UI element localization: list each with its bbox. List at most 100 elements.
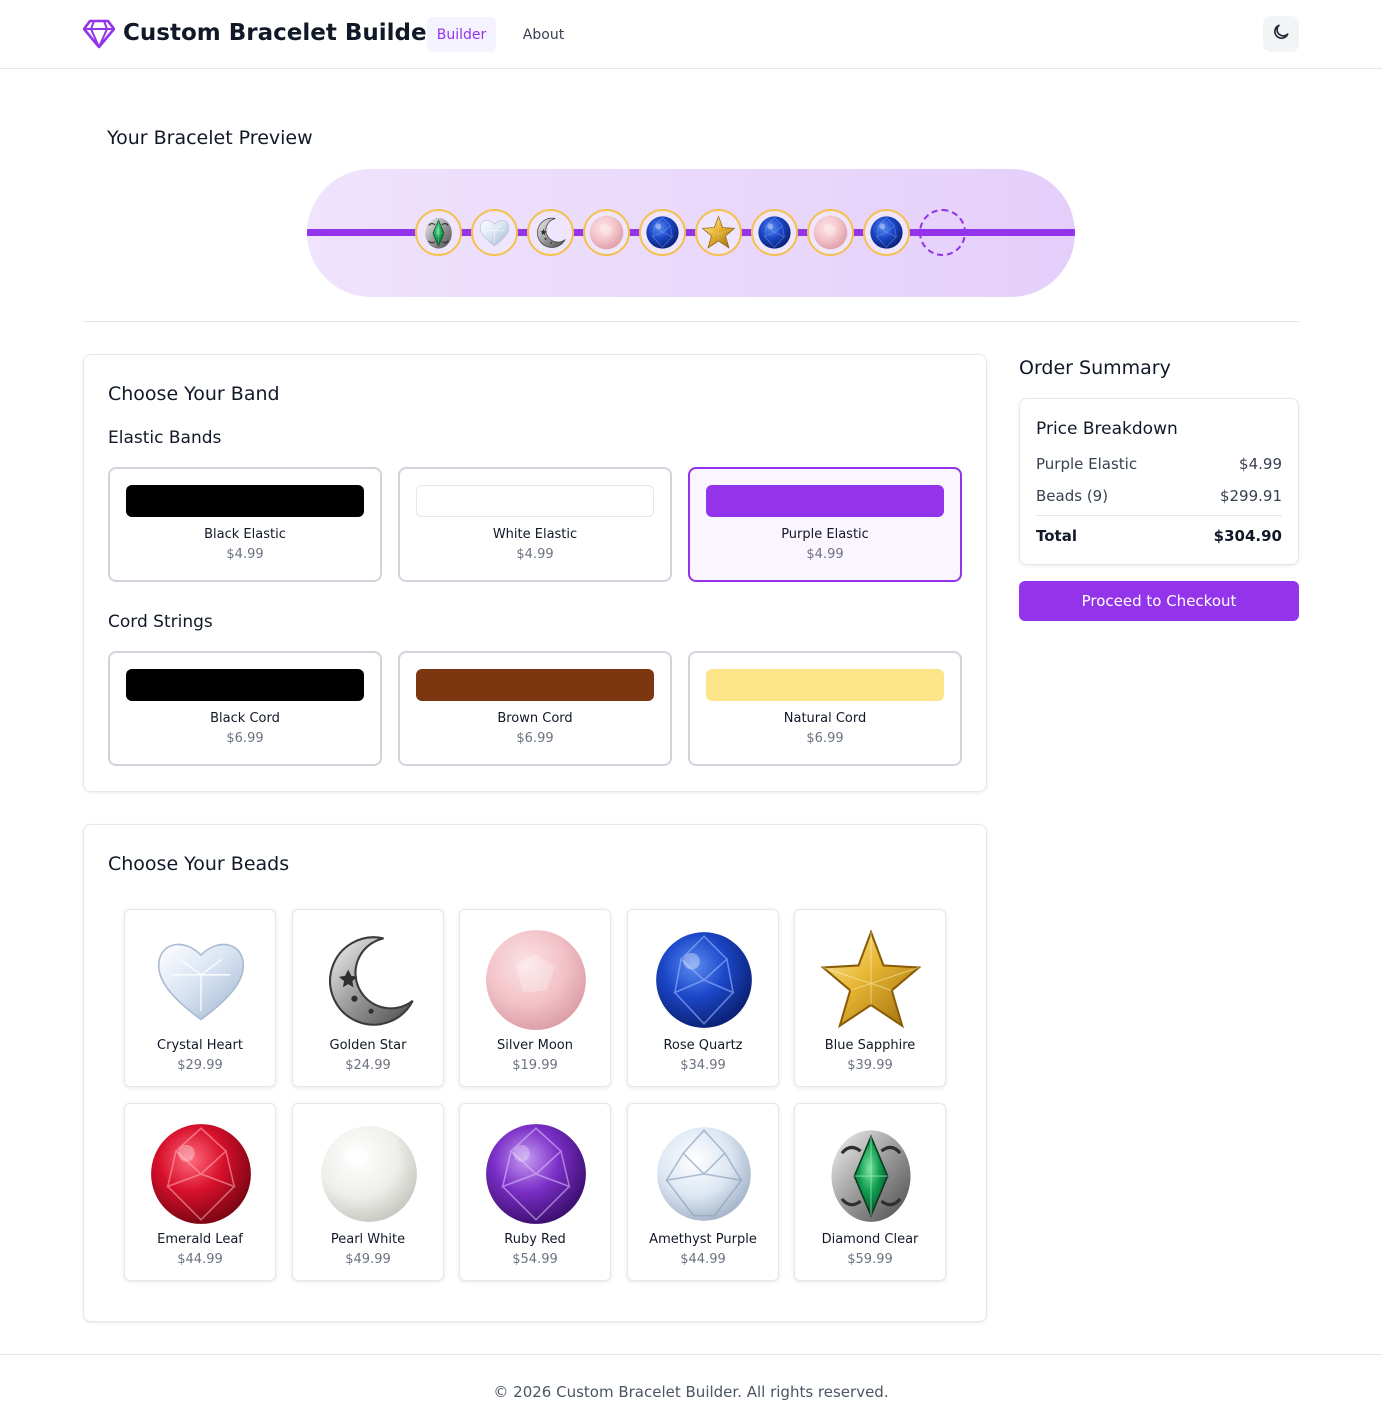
bead-price: $24.99 [345, 1058, 391, 1073]
bead-card-pearl-white[interactable]: Pearl White $49.99 [292, 1103, 444, 1281]
band-selection-card: Choose Your Band Elastic Bands Black Ela… [83, 354, 987, 792]
bead-card-golden-star[interactable]: Golden Star $24.99 [292, 909, 444, 1087]
amethyst-icon [484, 1122, 588, 1226]
bead-name: Pearl White [330, 1232, 406, 1247]
bead-price: $59.99 [847, 1252, 893, 1267]
bead-slot-1[interactable] [415, 209, 462, 256]
band-price: $6.99 [226, 731, 264, 746]
page-footer: © 2026 Custom Bracelet Builder. All righ… [0, 1354, 1382, 1427]
bead-slot-9[interactable] [863, 209, 910, 256]
band-swatch [126, 669, 364, 701]
band-price: $4.99 [806, 547, 844, 562]
theme-toggle-button[interactable] [1263, 16, 1299, 52]
bead-card-amethyst-purple[interactable]: Amethyst Purple $44.99 [627, 1103, 779, 1281]
app-title[interactable]: Custom Bracelet Builder [123, 20, 438, 46]
rose-quartz-icon [813, 215, 848, 250]
bead-price: $19.99 [512, 1058, 558, 1073]
nav-about[interactable]: About [510, 17, 577, 52]
band-swatch [416, 669, 654, 701]
bead-slot-8[interactable] [807, 209, 854, 256]
checkout-button[interactable]: Proceed to Checkout [1019, 581, 1299, 621]
bead-card-blue-sapphire[interactable]: Blue Sapphire $39.99 [794, 909, 946, 1087]
golden-star-icon [701, 215, 736, 250]
bead-name: Amethyst Purple [649, 1232, 757, 1247]
gem-icon [82, 19, 116, 49]
bead-card-emerald-leaf[interactable]: Emerald Leaf $44.99 [124, 1103, 276, 1281]
bead-price: $29.99 [177, 1058, 223, 1073]
bead-name: Diamond Clear [821, 1232, 919, 1247]
crystal-heart-icon [477, 215, 512, 250]
preview-title: Your Bracelet Preview [107, 127, 313, 149]
bead-name: Crystal Heart [157, 1038, 243, 1053]
band-line-price: $4.99 [1239, 455, 1282, 473]
nav-builder[interactable]: Builder [427, 17, 496, 52]
band-option-black-elastic[interactable]: Black Elastic $4.99 [108, 467, 382, 582]
bead-name: Rose Quartz [663, 1038, 743, 1053]
band-option-white-elastic[interactable]: White Elastic $4.99 [398, 467, 672, 582]
section-divider [83, 321, 1299, 322]
emerald-icon [421, 215, 456, 250]
bead-name: Silver Moon [496, 1038, 573, 1053]
band-swatch [706, 485, 944, 517]
bead-slot-2[interactable] [471, 209, 518, 256]
bead-price: $39.99 [847, 1058, 893, 1073]
band-name: White Elastic [492, 527, 578, 542]
elastic-bands-title: Elastic Bands [108, 428, 222, 448]
silver-moon-icon [533, 215, 568, 250]
band-option-natural-cord[interactable]: Natural Cord $6.99 [688, 651, 962, 766]
rose-quartz-icon [484, 928, 588, 1032]
band-name: Brown Cord [497, 711, 573, 726]
bead-card-crystal-heart[interactable]: Crystal Heart $29.99 [124, 909, 276, 1087]
band-name: Natural Cord [783, 711, 867, 726]
rose-quartz-icon [589, 215, 624, 250]
blue-sapphire-icon [645, 215, 680, 250]
bead-card-diamond-clear[interactable]: Diamond Clear $59.99 [794, 1103, 946, 1281]
bead-name: Blue Sapphire [824, 1038, 916, 1053]
cord-strings-title: Cord Strings [108, 612, 213, 632]
band-name: Black Cord [210, 711, 280, 726]
total-price: $304.90 [1213, 527, 1282, 545]
band-option-black-cord[interactable]: Black Cord $6.99 [108, 651, 382, 766]
ruby-red-icon [149, 1122, 253, 1226]
band-option-purple-elastic[interactable]: Purple Elastic $4.99 [688, 467, 962, 582]
band-option-brown-cord[interactable]: Brown Cord $6.99 [398, 651, 672, 766]
bracelet-preview [307, 169, 1075, 297]
blue-sapphire-icon [869, 215, 904, 250]
emerald-icon [819, 1122, 923, 1226]
band-swatch [706, 669, 944, 701]
empty-bead-slot[interactable] [919, 209, 966, 256]
bead-card-ruby-red[interactable]: Ruby Red $54.99 [459, 1103, 611, 1281]
moon-icon [1271, 22, 1291, 46]
top-header: Custom Bracelet Builder Builder About [0, 0, 1382, 69]
bead-slot-3[interactable] [527, 209, 574, 256]
bead-selection-card: Choose Your Beads Crystal Heart $29.99 G… [83, 824, 987, 1322]
bead-price: $44.99 [177, 1252, 223, 1267]
band-swatch [416, 485, 654, 517]
bead-slot-6[interactable] [695, 209, 742, 256]
price-breakdown-title: Price Breakdown [1036, 419, 1178, 439]
diamond-icon [652, 1122, 756, 1226]
order-summary-title: Order Summary [1019, 357, 1171, 379]
band-name: Purple Elastic [781, 527, 869, 542]
footer-copyright: © 2026 Custom Bracelet Builder. All righ… [493, 1383, 889, 1401]
band-section-title: Choose Your Band [108, 383, 280, 405]
pearl-icon [317, 1122, 421, 1226]
blue-sapphire-icon [652, 928, 756, 1032]
band-name: Black Elastic [204, 527, 286, 542]
golden-star-icon [819, 928, 923, 1032]
bead-name: Golden Star [329, 1038, 407, 1053]
total-label: Total [1036, 527, 1077, 545]
bead-name: Emerald Leaf [157, 1232, 243, 1247]
silver-moon-icon [317, 928, 421, 1032]
band-price: $6.99 [806, 731, 844, 746]
bead-slot-5[interactable] [639, 209, 686, 256]
bead-slot-7[interactable] [751, 209, 798, 256]
bead-card-silver-moon[interactable]: Silver Moon $19.99 [459, 909, 611, 1087]
bead-price: $54.99 [512, 1252, 558, 1267]
band-line-label: Purple Elastic [1036, 455, 1138, 473]
bead-card-rose-quartz[interactable]: Rose Quartz $34.99 [627, 909, 779, 1087]
band-price: $4.99 [226, 547, 264, 562]
beads-section-title: Choose Your Beads [108, 853, 290, 875]
bead-slot-4[interactable] [583, 209, 630, 256]
blue-sapphire-icon [757, 215, 792, 250]
